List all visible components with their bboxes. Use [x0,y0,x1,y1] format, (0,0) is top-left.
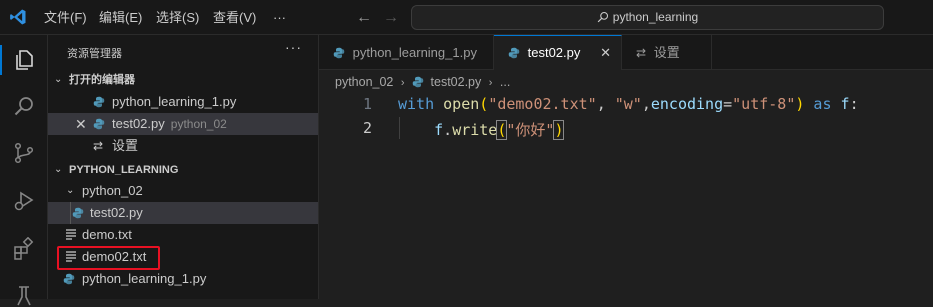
file-label: python_learning_1.py [82,271,207,286]
breadcrumb: python_02 › test02.py › ... [335,72,510,92]
explorer-icon[interactable] [12,48,36,72]
menu-view[interactable]: 查看(V) [213,0,256,35]
breadcrumb-more[interactable]: ... [500,75,510,89]
tab-settings[interactable]: ⇄ 设置 [622,35,712,70]
search-icon [597,11,608,23]
python-file-icon [333,47,345,59]
file-item[interactable]: test02.py [48,202,318,224]
breadcrumb-file[interactable]: test02.py [431,75,482,89]
tab-label: 设置 [653,45,680,60]
activity-bar [0,35,48,306]
explorer-title: 资源管理器 [67,48,122,60]
close-icon[interactable]: ✕ [600,36,611,69]
code-editor[interactable]: 1 2 with open("demo02.txt", "w",encoding… [319,93,933,299]
file-label: test02.py [90,205,143,220]
source-control-icon[interactable] [12,141,36,165]
text-file-icon [66,229,76,240]
python-file-icon [93,118,105,130]
forward-arrow-icon[interactable]: → [383,0,399,35]
open-editors-label: 打开的编辑器 [69,74,135,86]
menu-edit[interactable]: 编辑(E) [99,0,142,35]
tab-test02[interactable]: test02.py ✕ [494,35,622,70]
tab-label: test02.py [527,45,581,60]
open-editor-item[interactable]: python_learning_1.py [48,91,318,113]
menu-more[interactable]: ··· [273,0,286,35]
vscode-logo-icon [10,9,26,25]
chevron-down-icon: ⌄ [54,74,63,85]
line-number: 1 [362,95,372,113]
extensions-icon[interactable] [12,237,36,261]
settings-icon: ⇄ [636,46,647,60]
tab-label: python_learning_1.py [352,45,477,60]
testing-icon[interactable] [12,283,36,307]
run-debug-icon[interactable] [12,189,36,213]
python-file-icon [72,207,84,219]
menu-file[interactable]: 文件(F) [44,0,87,35]
search-text: python_learning [612,10,699,24]
file-item[interactable]: demo.txt [48,224,318,246]
workspace-header[interactable]: ⌄ PYTHON_LEARNING [48,159,318,181]
chevron-down-icon: ⌄ [66,185,75,196]
folder-item[interactable]: ⌄ python_02 [48,180,318,202]
python-file-icon [508,47,520,59]
folder-label: python_02 [82,183,143,198]
chevron-right-icon: › [488,77,493,89]
code-line: with open("demo02.txt", "w",encoding="ut… [398,95,859,113]
open-editor-item[interactable]: ⇄ 设置 [48,135,318,157]
chevron-down-icon: ⌄ [54,164,63,175]
explorer-more-button[interactable]: ··· [285,39,302,55]
file-label: demo.txt [82,227,132,242]
python-file-icon [93,96,105,108]
open-editor-path-hint: python_02 [170,117,227,131]
highlight-box [57,246,160,270]
editor-tabs: python_learning_1.py test02.py ✕ ⇄ 设置 [319,35,933,70]
open-editor-label: 设置 [112,138,139,153]
command-center-search[interactable]: python_learning [411,5,884,30]
open-editor-item[interactable]: ✕ test02.py python_02 [48,113,318,135]
close-icon[interactable]: ✕ [75,113,87,135]
line-number: 2 [362,119,372,137]
open-editors-header[interactable]: ⌄ 打开的编辑器 [48,69,318,91]
python-file-icon [412,76,424,88]
breadcrumb-folder[interactable]: python_02 [335,75,393,89]
code-line: f.write("你好") [434,120,565,140]
tab-python-learning-1[interactable]: python_learning_1.py [319,35,494,70]
chevron-right-icon: › [400,77,405,89]
file-item[interactable]: python_learning_1.py [48,268,318,290]
settings-icon: ⇄ [93,139,104,153]
open-editor-label: python_learning_1.py [112,94,237,109]
search-icon[interactable] [12,94,36,118]
back-arrow-icon[interactable]: ← [356,0,372,35]
open-editor-label: test02.py python_02 [112,116,227,131]
title-bar: 文件(F) 编辑(E) 选择(S) 查看(V) ··· ← → python_l… [0,0,933,35]
active-indicator [0,45,2,75]
menu-selection[interactable]: 选择(S) [156,0,199,35]
python-file-icon [63,273,75,285]
workspace-label: PYTHON_LEARNING [69,164,179,176]
